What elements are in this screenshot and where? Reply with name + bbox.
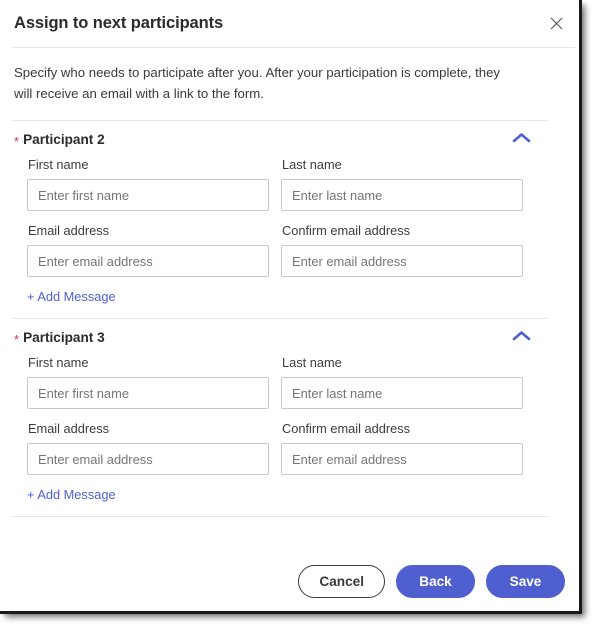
dialog-header: Assign to next participants xyxy=(0,0,579,43)
confirm-email-input[interactable] xyxy=(281,443,523,475)
email-input[interactable] xyxy=(27,443,269,475)
name-field-row-3: First name Last name xyxy=(27,355,565,409)
chevron-up-icon[interactable] xyxy=(508,323,534,349)
save-button[interactable]: Save xyxy=(486,565,565,598)
confirm-email-label: Confirm email address xyxy=(282,421,411,436)
required-asterisk: * xyxy=(14,332,20,347)
participant-title-3: Participant 3 xyxy=(23,330,105,345)
first-name-label: First name xyxy=(28,157,89,172)
first-name-label: First name xyxy=(28,355,89,370)
dialog-footer: Cancel Back Save xyxy=(0,554,579,611)
email-group-3: Email address xyxy=(27,410,269,475)
confirm-email-group-3: Confirm email address xyxy=(281,410,523,475)
email-label: Email address xyxy=(28,223,110,238)
participant-title-2: Participant 2 xyxy=(23,132,105,147)
confirm-email-input[interactable] xyxy=(281,245,523,277)
first-name-input[interactable] xyxy=(27,377,269,409)
last-name-input[interactable] xyxy=(281,179,523,211)
required-asterisk: * xyxy=(14,134,20,149)
last-name-group-3: Last name xyxy=(281,355,523,409)
participant-form-2: First name Last name Email address Confi xyxy=(0,151,579,318)
add-message-link-3[interactable]: + Add Message xyxy=(27,487,116,502)
name-field-row-2: First name Last name xyxy=(27,157,565,211)
confirm-email-group-2: Confirm email address xyxy=(281,212,523,277)
chevron-up-icon-glyph xyxy=(512,331,530,341)
first-name-group-2: First name xyxy=(27,157,269,211)
last-name-group-2: Last name xyxy=(281,157,523,211)
last-name-label: Last name xyxy=(282,157,342,172)
participant-header-3: * Participant 3 xyxy=(0,319,579,349)
assign-participants-dialog: Assign to next participants Specify who … xyxy=(0,0,579,611)
dialog-window: Assign to next participants Specify who … xyxy=(0,0,582,614)
email-group-2: Email address xyxy=(27,212,269,277)
page-title: Assign to next participants xyxy=(14,14,224,32)
first-name-input[interactable] xyxy=(27,179,269,211)
back-button[interactable]: Back xyxy=(396,565,475,598)
participant-header-2: * Participant 2 xyxy=(0,121,579,151)
participant-section-2: * Participant 2 First name Last name xyxy=(0,121,579,318)
cancel-button[interactable]: Cancel xyxy=(298,565,385,598)
email-field-row-2: Email address Confirm email address xyxy=(27,212,565,277)
dialog-description: Specify who needs to participate after y… xyxy=(14,65,500,101)
add-message-link-2[interactable]: + Add Message xyxy=(27,289,116,304)
last-name-label: Last name xyxy=(282,355,342,370)
first-name-group-3: First name xyxy=(27,355,269,409)
chevron-up-icon-glyph xyxy=(512,133,530,143)
confirm-email-label: Confirm email address xyxy=(282,223,411,238)
footer-divider xyxy=(12,516,548,517)
last-name-input[interactable] xyxy=(281,377,523,409)
close-icon-glyph xyxy=(550,17,562,29)
close-icon[interactable] xyxy=(543,10,569,36)
chevron-up-icon[interactable] xyxy=(508,125,534,151)
email-input[interactable] xyxy=(27,245,269,277)
participant-form-3: First name Last name Email address Confi xyxy=(0,349,579,516)
email-field-row-3: Email address Confirm email address xyxy=(27,410,565,475)
email-label: Email address xyxy=(28,421,110,436)
participant-section-3: * Participant 3 First name Last name xyxy=(0,319,579,516)
